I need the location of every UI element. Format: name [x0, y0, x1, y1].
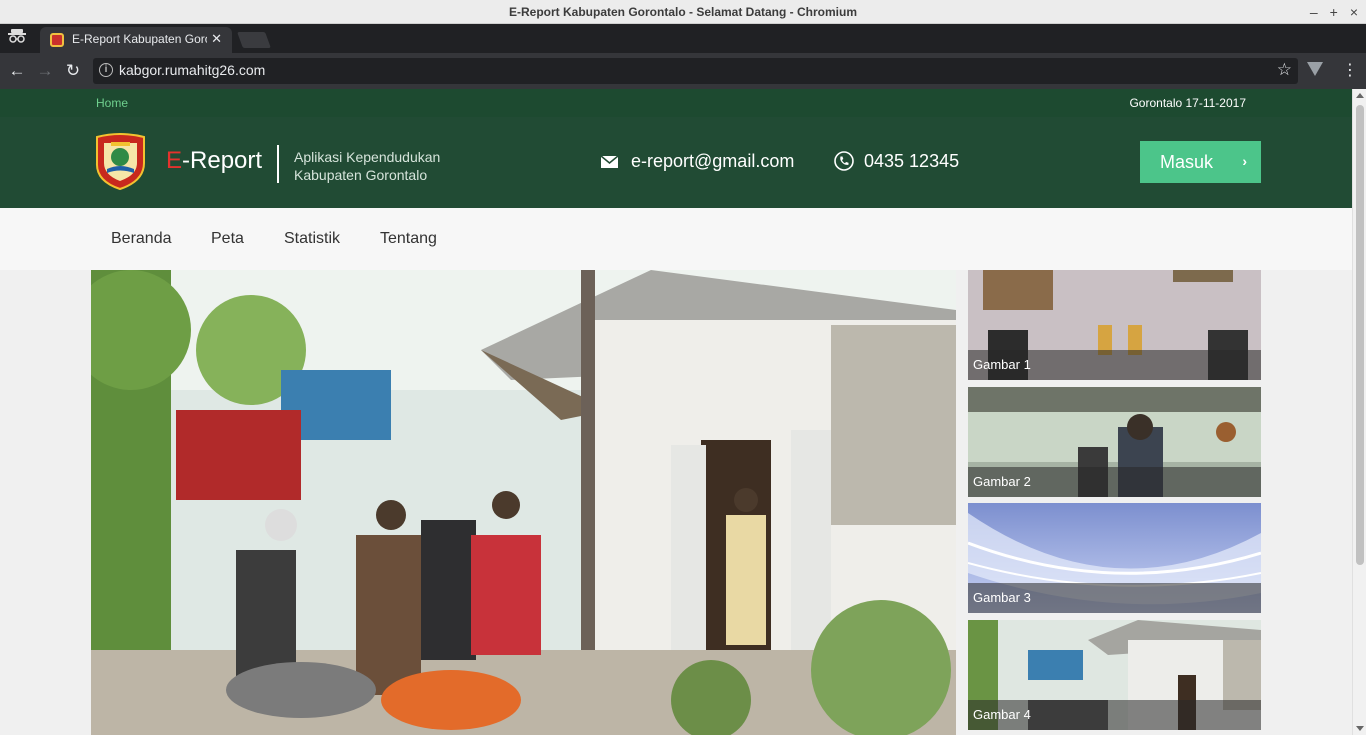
scroll-down-arrow-icon[interactable] — [1356, 726, 1364, 731]
envelope-icon — [601, 156, 618, 168]
main-nav: Beranda Peta Statistik Tentang — [0, 208, 1352, 270]
gallery-item-3[interactable]: Gambar 3 — [968, 503, 1261, 613]
maximize-button[interactable]: + — [1330, 0, 1338, 24]
back-arrow-icon[interactable]: ← — [6, 60, 28, 82]
tagline: Aplikasi Kependudukan Kabupaten Gorontal… — [294, 148, 440, 184]
forward-arrow-icon[interactable]: → — [34, 60, 56, 82]
gallery-item-1[interactable]: Gambar 1 — [968, 270, 1261, 380]
site-info-icon[interactable]: i — [99, 63, 113, 77]
tab-title: E-Report Kabupaten Gorontalo - Selamat D… — [72, 32, 207, 46]
scroll-up-arrow-icon[interactable] — [1356, 93, 1364, 98]
gallery-item-2[interactable]: Gambar 2 — [968, 387, 1261, 497]
url-text[interactable]: kabgor.rumahitg26.com — [119, 62, 265, 78]
gallery-caption-1: Gambar 1 — [968, 350, 1261, 380]
incognito-icon — [6, 28, 28, 48]
new-tab-button[interactable] — [237, 32, 271, 48]
login-button-label: Masuk — [1160, 152, 1214, 172]
gallery-item-4[interactable]: Gambar 4 — [968, 620, 1261, 730]
contact-email[interactable]: e-report@gmail.com — [631, 151, 794, 172]
scrollbar-thumb[interactable] — [1356, 105, 1364, 565]
regency-crest-logo — [93, 133, 148, 191]
hero-photo — [91, 270, 956, 735]
brand-divider — [277, 145, 279, 183]
gallery-caption-4: Gambar 4 — [968, 700, 1261, 730]
brand-name: E-Report — [166, 147, 262, 175]
tab-strip: E-Report Kabupaten Gorontalo - Selamat D… — [0, 24, 1366, 53]
extension-icon[interactable] — [1307, 62, 1323, 76]
gallery-caption-2: Gambar 2 — [968, 467, 1261, 497]
minimize-button[interactable]: – — [1310, 0, 1318, 24]
tagline-line1: Aplikasi Kependudukan — [294, 149, 441, 165]
login-button[interactable]: Masuk › — [1140, 141, 1261, 183]
page-viewport: Home Gorontalo 17-11-2017 E-Report Aplik… — [0, 89, 1352, 735]
browser-tab-active[interactable]: E-Report Kabupaten Gorontalo - Selamat D… — [40, 27, 232, 53]
bookmark-star-icon[interactable]: ☆ — [1277, 60, 1292, 80]
window-controls: – + × — [1310, 0, 1358, 24]
chevron-right-icon: › — [1242, 153, 1247, 169]
nav-item-tentang[interactable]: Tentang — [380, 230, 437, 248]
window-title: E-Report Kabupaten Gorontalo - Selamat D… — [508, 5, 858, 19]
nav-item-beranda[interactable]: Beranda — [111, 230, 172, 248]
gallery-caption-3: Gambar 3 — [968, 583, 1261, 613]
brand-accent: E — [166, 147, 183, 174]
browser-toolbar: ← → ↻ i kabgor.rumahitg26.com ☆ ⋮ — [0, 53, 1366, 89]
phone-icon — [834, 151, 854, 171]
page-scrollbar[interactable] — [1352, 89, 1366, 735]
tab-close-icon[interactable]: ✕ — [211, 31, 222, 47]
nav-item-statistik[interactable]: Statistik — [284, 230, 340, 248]
home-link[interactable]: Home — [96, 96, 128, 110]
nav-item-peta[interactable]: Peta — [211, 230, 244, 248]
site-header: E-Report Aplikasi Kependudukan Kabupaten… — [0, 117, 1352, 208]
reload-icon[interactable]: ↻ — [62, 60, 84, 82]
brand-rest: -Report — [182, 147, 263, 174]
location-date: Gorontalo 17-11-2017 — [1129, 96, 1246, 110]
page-topbar: Home Gorontalo 17-11-2017 — [0, 89, 1352, 117]
browser-menu-icon[interactable]: ⋮ — [1342, 60, 1358, 80]
window-titlebar: E-Report Kabupaten Gorontalo - Selamat D… — [0, 0, 1366, 24]
contact-phone[interactable]: 0435 12345 — [864, 151, 959, 172]
address-bar[interactable]: i kabgor.rumahitg26.com ☆ — [93, 58, 1298, 84]
favicon-icon — [50, 33, 64, 47]
tagline-line2: Kabupaten Gorontalo — [294, 167, 428, 183]
close-window-button[interactable]: × — [1350, 0, 1358, 24]
